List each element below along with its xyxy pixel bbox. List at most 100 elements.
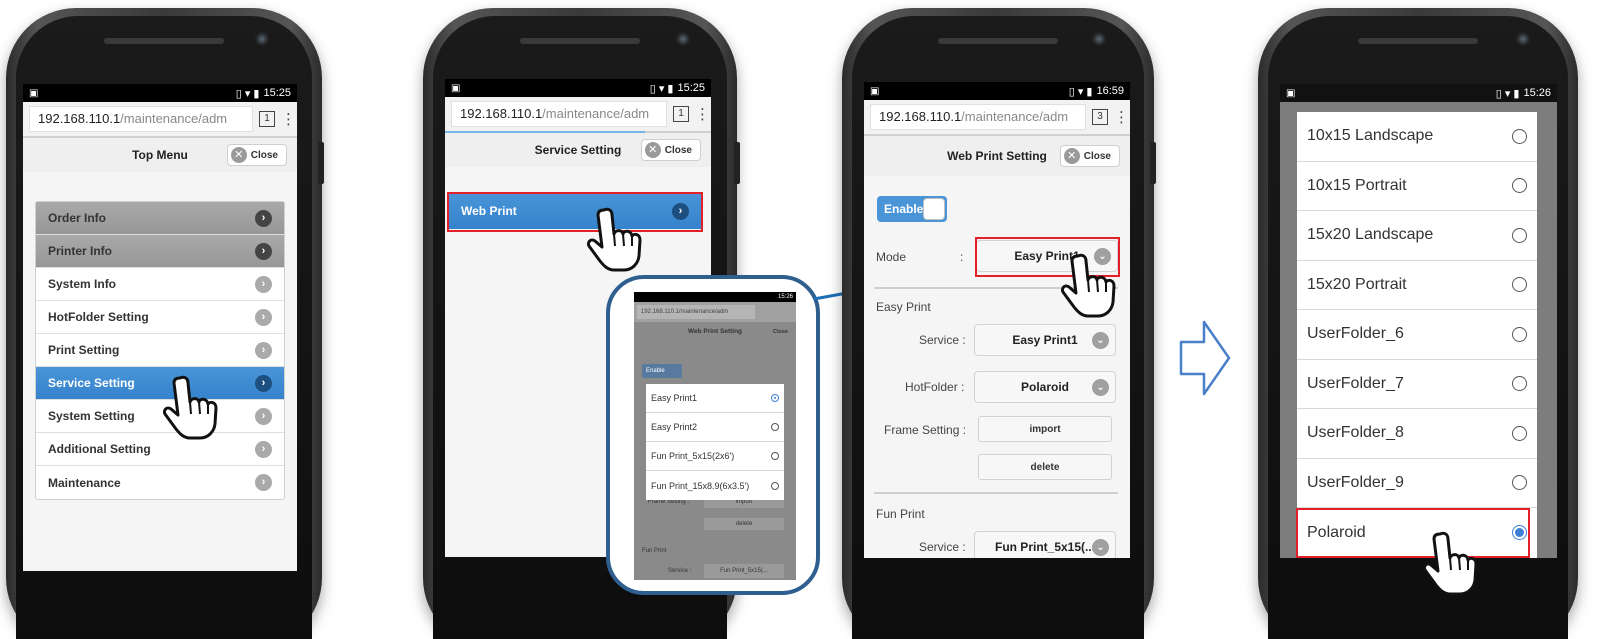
option-userfolder-6[interactable]: UserFolder_6 [1297, 310, 1537, 360]
radio-icon [1512, 425, 1527, 441]
option-userfolder-7[interactable]: UserFolder_7 [1297, 360, 1537, 409]
overflow-menu-icon[interactable]: ⋮ [1114, 108, 1129, 126]
url-host: 192.168.110.1 [38, 111, 121, 126]
tab-switcher-button[interactable]: 1 [673, 106, 689, 122]
close-button[interactable]: ✕ Close [1059, 145, 1120, 167]
radio-icon [1512, 128, 1527, 144]
status-bar: ▣ ▯ ▾ ▮ 15:25 [445, 79, 711, 97]
notification-icon: ▣ [870, 85, 880, 97]
menu-item-print-setting[interactable]: Print Setting › [36, 334, 284, 367]
close-label: Close [1083, 150, 1111, 162]
mode-colon: : [960, 250, 964, 264]
close-icon: ✕ [230, 147, 247, 163]
service-select[interactable]: Easy Print1 ⌄ [974, 324, 1116, 356]
option-label: UserFolder_6 [1307, 325, 1404, 343]
inset-page-title: Web Print Setting [687, 328, 743, 335]
option-label: 15x20 Landscape [1307, 226, 1434, 244]
chevron-right-icon: › [255, 407, 272, 425]
close-icon: ✕ [644, 142, 661, 158]
url-input[interactable]: 192.168.110.1/maintenance/adm [451, 101, 667, 127]
radio-icon [1512, 277, 1527, 293]
inset-header: Web Print Setting Close [634, 322, 796, 342]
highlight-polaroid-option [1296, 508, 1530, 558]
chevron-right-icon: › [255, 440, 272, 458]
hotfolder-label: HotFolder : [905, 380, 965, 394]
url-path: /maintenance/adm [542, 106, 650, 121]
inset-enable-toggle: Enable [642, 364, 682, 378]
tab-switcher-button[interactable]: 3 [1092, 109, 1108, 125]
radio-icon [1512, 326, 1527, 342]
close-label: Close [250, 149, 278, 161]
option-label: UserFolder_8 [1307, 424, 1404, 442]
fun-service-select[interactable]: Fun Print_5x15(... ⌄ [974, 531, 1116, 558]
option-10x15-portrait[interactable]: 10x15 Portrait [1297, 162, 1537, 211]
inset-service-select: Fun Print_5x15(... [704, 564, 784, 578]
option-label: Fun Print_5x15(2x6') [651, 451, 735, 461]
phone-speaker [104, 38, 224, 44]
phone-speaker [938, 38, 1058, 44]
status-time: 15:26 [1523, 87, 1551, 99]
service-label: Service : [919, 333, 966, 347]
url-input[interactable]: 192.168.110.1/maintenance/adm [870, 104, 1086, 130]
page-title: Web Print Setting [947, 149, 1047, 163]
option-userfolder-9[interactable]: UserFolder_9 [1297, 459, 1537, 508]
hotfolder-select[interactable]: Polaroid ⌄ [974, 371, 1116, 403]
option-10x15-landscape[interactable]: 10x15 Landscape [1297, 112, 1537, 162]
inset-close-label: Close [773, 329, 788, 335]
browser-url-bar: 192.168.110.1/maintenance/adm 3 ⋮ [864, 100, 1130, 136]
chevron-right-icon: › [255, 275, 272, 293]
chevron-right-icon: › [255, 341, 272, 359]
option-label: UserFolder_7 [1307, 374, 1404, 392]
phone-side-button [734, 142, 740, 184]
status-time: 16:59 [1096, 85, 1124, 97]
menu-item-label: Order Info [48, 211, 107, 225]
option-label: 10x15 Portrait [1307, 176, 1407, 194]
menu-item-order-info[interactable]: Order Info › [36, 202, 284, 235]
menu-item-printer-info[interactable]: Printer Info › [36, 235, 284, 268]
delete-button[interactable]: delete [978, 454, 1112, 480]
menu-item-maintenance[interactable]: Maintenance › [36, 466, 284, 499]
option-label: UserFolder_9 [1307, 473, 1404, 491]
enable-toggle[interactable]: Enable [877, 196, 947, 222]
menu-item-system-info[interactable]: System Info › [36, 268, 284, 301]
menu-item-label: Print Setting [48, 343, 120, 357]
pointing-hand-icon [163, 375, 218, 440]
url-host: 192.168.110.1 [879, 109, 962, 124]
menu-item-hotfolder-setting[interactable]: HotFolder Setting › [36, 301, 284, 334]
service-value: Easy Print1 [1012, 333, 1078, 347]
option-15x20-landscape[interactable]: 15x20 Landscape [1297, 211, 1537, 261]
status-bar: ▣ ▯ ▾ ▮ 15:26 [1280, 84, 1557, 102]
notification-icon: ▣ [1286, 87, 1296, 99]
option-userfolder-8[interactable]: UserFolder_8 [1297, 409, 1537, 459]
menu-item-label: System Setting [48, 409, 135, 423]
import-button[interactable]: import [978, 416, 1112, 442]
status-icons: ▯ ▾ ▮ [235, 87, 260, 100]
overflow-menu-icon[interactable]: ⋮ [281, 110, 296, 128]
tab-switcher-button[interactable]: 1 [259, 111, 275, 127]
pointing-hand-icon [1423, 531, 1478, 596]
close-button[interactable]: ✕ Close [640, 139, 701, 161]
phone-camera [255, 32, 269, 46]
inset-fun-print-label: Fun Print [642, 548, 667, 554]
phone-camera [1092, 32, 1106, 46]
overflow-menu-icon[interactable]: ⋮ [695, 105, 710, 123]
option-label: Easy Print1 [651, 393, 698, 403]
phone-1-screen: ▣ ▯ ▾ ▮ 15:25 192.168.110.1/maintenance/… [23, 84, 297, 571]
url-input[interactable]: 192.168.110.1/maintenance/adm [29, 106, 253, 132]
phone-side-button [1150, 142, 1156, 184]
option-15x20-portrait[interactable]: 15x20 Portrait [1297, 261, 1537, 310]
phone-camera [1516, 32, 1530, 46]
frame-setting-label: Frame Setting : [884, 423, 967, 437]
phone-speaker [1358, 38, 1478, 44]
chevron-right-icon: › [255, 308, 272, 326]
inset-delete-button: delete [704, 518, 784, 530]
pointing-hand-icon [1061, 253, 1116, 318]
enable-label: Enable [884, 202, 924, 216]
page-header: Top Menu ✕ Close [23, 138, 297, 172]
fun-print-title: Fun Print [876, 507, 925, 521]
highlight-web-print [447, 192, 703, 232]
radio-icon [771, 452, 779, 460]
toggle-knob [923, 198, 945, 220]
close-button[interactable]: ✕ Close [226, 144, 287, 166]
inset-mode-options: Easy Print1 Easy Print2 Fun Print_5x15(2… [646, 384, 784, 500]
